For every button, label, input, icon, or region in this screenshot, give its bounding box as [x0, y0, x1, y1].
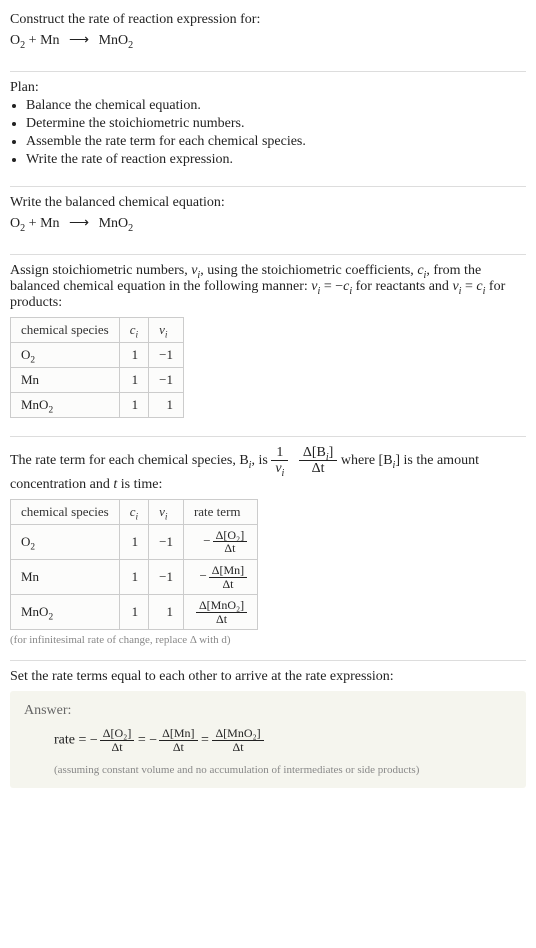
balanced-equation: O2 + Mn ⟶ MnO2: [10, 215, 526, 232]
divider: [10, 436, 526, 437]
cell-rate-term: −Δ[Mn]Δt: [183, 559, 257, 594]
cell-species: O2: [11, 343, 120, 368]
species-mno2: MnO2: [99, 216, 134, 231]
col-ci: ci: [119, 499, 148, 524]
cell-species: Mn: [11, 368, 120, 393]
cell-ci: 1: [119, 524, 148, 559]
plan-item: Assemble the rate term for each chemical…: [26, 134, 526, 150]
rate-expression: rate = −Δ[O₂]Δt = −Δ[Mn]Δt = Δ[MnO₂]Δt: [24, 727, 512, 753]
plan-item: Determine the stoichiometric numbers.: [26, 116, 526, 132]
balanced-section: Write the balanced chemical equation: O2…: [10, 191, 526, 250]
cell-nui: 1: [149, 393, 184, 418]
cell-ci: 1: [119, 393, 148, 418]
stoich-text: Assign stoichiometric numbers, νi, using…: [10, 263, 526, 311]
plan-list: Balance the chemical equation. Determine…: [10, 98, 526, 168]
answer-note: (assuming constant volume and no accumul…: [24, 764, 512, 776]
species-mno2: MnO2: [99, 33, 134, 48]
stoich-section: Assign stoichiometric numbers, νi, using…: [10, 259, 526, 432]
table-header-row: chemical species ci νi: [11, 318, 184, 343]
cell-ci: 1: [119, 343, 148, 368]
species-mn: Mn: [40, 216, 59, 231]
reaction-arrow-icon: ⟶: [69, 33, 89, 48]
prompt-intro: Construct the rate of reaction expressio…: [10, 12, 526, 28]
table-row: MnO2 1 1 Δ[MnO₂]Δt: [11, 595, 258, 630]
cell-species: MnO2: [11, 595, 120, 630]
rate-label: rate =: [54, 733, 90, 748]
plus-sign: +: [25, 216, 40, 231]
plan-item: Write the rate of reaction expression.: [26, 152, 526, 168]
cell-ci: 1: [119, 368, 148, 393]
delta-b-over-dt: Δ[Bi] Δt: [299, 445, 338, 477]
table-footnote: (for infinitesimal rate of change, repla…: [10, 634, 526, 646]
col-rate-term: rate term: [183, 499, 257, 524]
table-row: O2 1 −1 −Δ[O₂]Δt: [11, 524, 258, 559]
col-species: chemical species: [11, 318, 120, 343]
nu-symbol: νi: [191, 263, 200, 278]
col-ci: ci: [119, 318, 148, 343]
cell-rate-term: Δ[MnO₂]Δt: [183, 595, 257, 630]
rate-term-text: The rate term for each chemical species,…: [10, 445, 526, 493]
table-row: Mn 1 −1 −Δ[Mn]Δt: [11, 559, 258, 594]
reaction-arrow-icon: ⟶: [69, 216, 89, 231]
col-nui: νi: [149, 318, 184, 343]
divider: [10, 660, 526, 661]
cell-species: MnO2: [11, 393, 120, 418]
cell-ci: 1: [119, 559, 148, 594]
col-species: chemical species: [11, 499, 120, 524]
balanced-header: Write the balanced chemical equation:: [10, 195, 526, 211]
cell-rate-term: −Δ[O₂]Δt: [183, 524, 257, 559]
one-over-nu: 1 νi: [271, 445, 288, 477]
prompt-equation: O2 + Mn ⟶ MnO2: [10, 32, 526, 49]
cell-species: Mn: [11, 559, 120, 594]
plan-header: Plan:: [10, 80, 526, 96]
cell-nui: −1: [149, 368, 184, 393]
set-equal-section: Set the rate terms equal to each other t…: [10, 665, 526, 797]
cell-species: O2: [11, 524, 120, 559]
cell-nui: −1: [149, 343, 184, 368]
rate-term-table: chemical species ci νi rate term O2 1 −1…: [10, 499, 258, 631]
table-row: Mn 1 −1: [11, 368, 184, 393]
rate-term-section: The rate term for each chemical species,…: [10, 441, 526, 656]
plan-section: Plan: Balance the chemical equation. Det…: [10, 76, 526, 182]
set-equal-text: Set the rate terms equal to each other t…: [10, 669, 526, 685]
divider: [10, 186, 526, 187]
cell-nui: −1: [149, 524, 184, 559]
table-header-row: chemical species ci νi rate term: [11, 499, 258, 524]
table-row: MnO2 1 1: [11, 393, 184, 418]
answer-box: Answer: rate = −Δ[O₂]Δt = −Δ[Mn]Δt = Δ[M…: [10, 691, 526, 787]
table-row: O2 1 −1: [11, 343, 184, 368]
plus-sign: +: [25, 33, 40, 48]
c-symbol: ci: [417, 263, 426, 278]
divider: [10, 71, 526, 72]
plan-item: Balance the chemical equation.: [26, 98, 526, 114]
species-o2: O2: [10, 216, 25, 231]
divider: [10, 254, 526, 255]
cell-nui: −1: [149, 559, 184, 594]
col-nui: νi: [149, 499, 184, 524]
cell-nui: 1: [149, 595, 184, 630]
species-mn: Mn: [40, 33, 59, 48]
prompt-section: Construct the rate of reaction expressio…: [10, 8, 526, 67]
answer-header: Answer:: [24, 703, 512, 719]
cell-ci: 1: [119, 595, 148, 630]
species-o2: O2: [10, 33, 25, 48]
stoich-table: chemical species ci νi O2 1 −1 Mn 1 −1 M…: [10, 317, 184, 418]
